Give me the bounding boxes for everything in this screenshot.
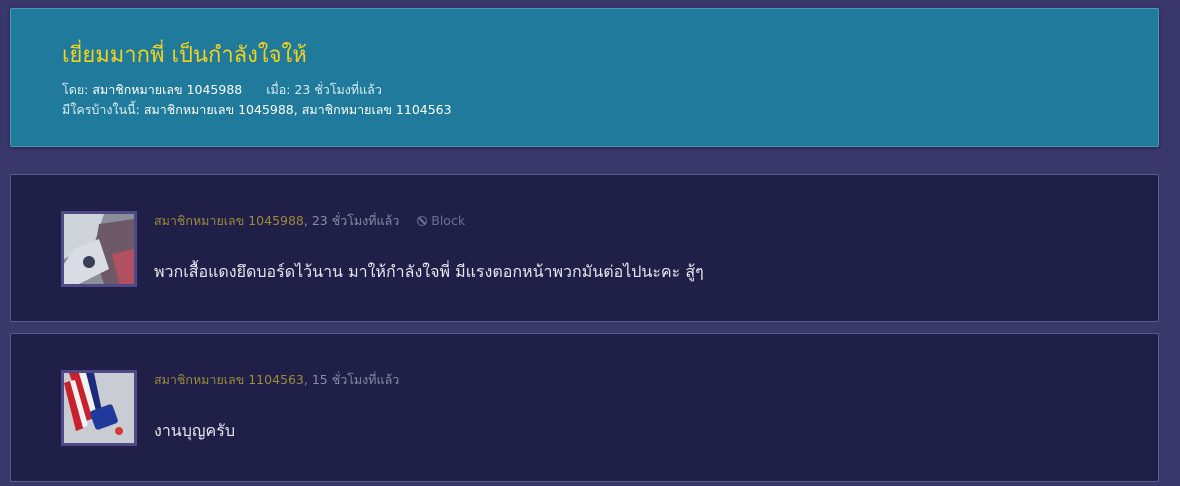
- participants-list[interactable]: สมาชิกหมายเลข 1045988, สมาชิกหมายเลข 110…: [144, 102, 452, 117]
- reply-card: สมาชิกหมายเลข 1104563, 15 ชั่วโมงที่แล้ว…: [10, 333, 1159, 482]
- topic-meta: โดย: สมาชิกหมายเลข 1045988 เมื่อ: 23 ชั่…: [62, 80, 1158, 100]
- topic-header: เยี่ยมมากพี่ เป็นกำลังใจให้ โดย: สมาชิกห…: [10, 8, 1159, 147]
- avatar-photo-icon: [64, 373, 134, 443]
- topic-author-link[interactable]: สมาชิกหมายเลข 1045988: [92, 82, 242, 97]
- avatar[interactable]: [61, 370, 137, 446]
- reply-body: งานบุญครับ: [154, 421, 235, 440]
- by-label: โดย:: [62, 82, 89, 97]
- avatar[interactable]: [61, 211, 137, 287]
- reply-meta: สมาชิกหมายเลข 1045988, 23 ชั่วโมงที่แล้ว…: [154, 213, 465, 229]
- block-label: Block: [431, 213, 466, 228]
- reply-body: พวกเสื้อแดงยึดบอร์ดไว้นาน มาให้กำลังใจพี…: [154, 262, 704, 281]
- reply-time: , 23 ชั่วโมงที่แล้ว: [303, 213, 400, 228]
- avatar-photo-icon: [64, 214, 134, 284]
- when-label: เมื่อ:: [266, 82, 291, 97]
- reply-time: , 15 ชั่วโมงที่แล้ว: [303, 372, 400, 387]
- participants-line: มีใครบ้างในนี้: สมาชิกหมายเลข 1045988, ส…: [62, 100, 1158, 120]
- reply-author-link[interactable]: สมาชิกหมายเลข 1045988: [154, 213, 304, 228]
- reply-card: สมาชิกหมายเลข 1045988, 23 ชั่วโมงที่แล้ว…: [10, 174, 1159, 322]
- topic-time: 23 ชั่วโมงที่แล้ว: [294, 82, 382, 97]
- reply-author-link[interactable]: สมาชิกหมายเลข 1104563: [154, 372, 304, 387]
- topic-title: เยี่ยมมากพี่ เป็นกำลังใจให้: [62, 43, 307, 68]
- participants-label: มีใครบ้างในนี้:: [62, 102, 140, 117]
- reply-meta: สมาชิกหมายเลข 1104563, 15 ชั่วโมงที่แล้ว: [154, 372, 399, 388]
- block-button[interactable]: Block: [417, 213, 465, 228]
- block-icon: [417, 216, 428, 226]
